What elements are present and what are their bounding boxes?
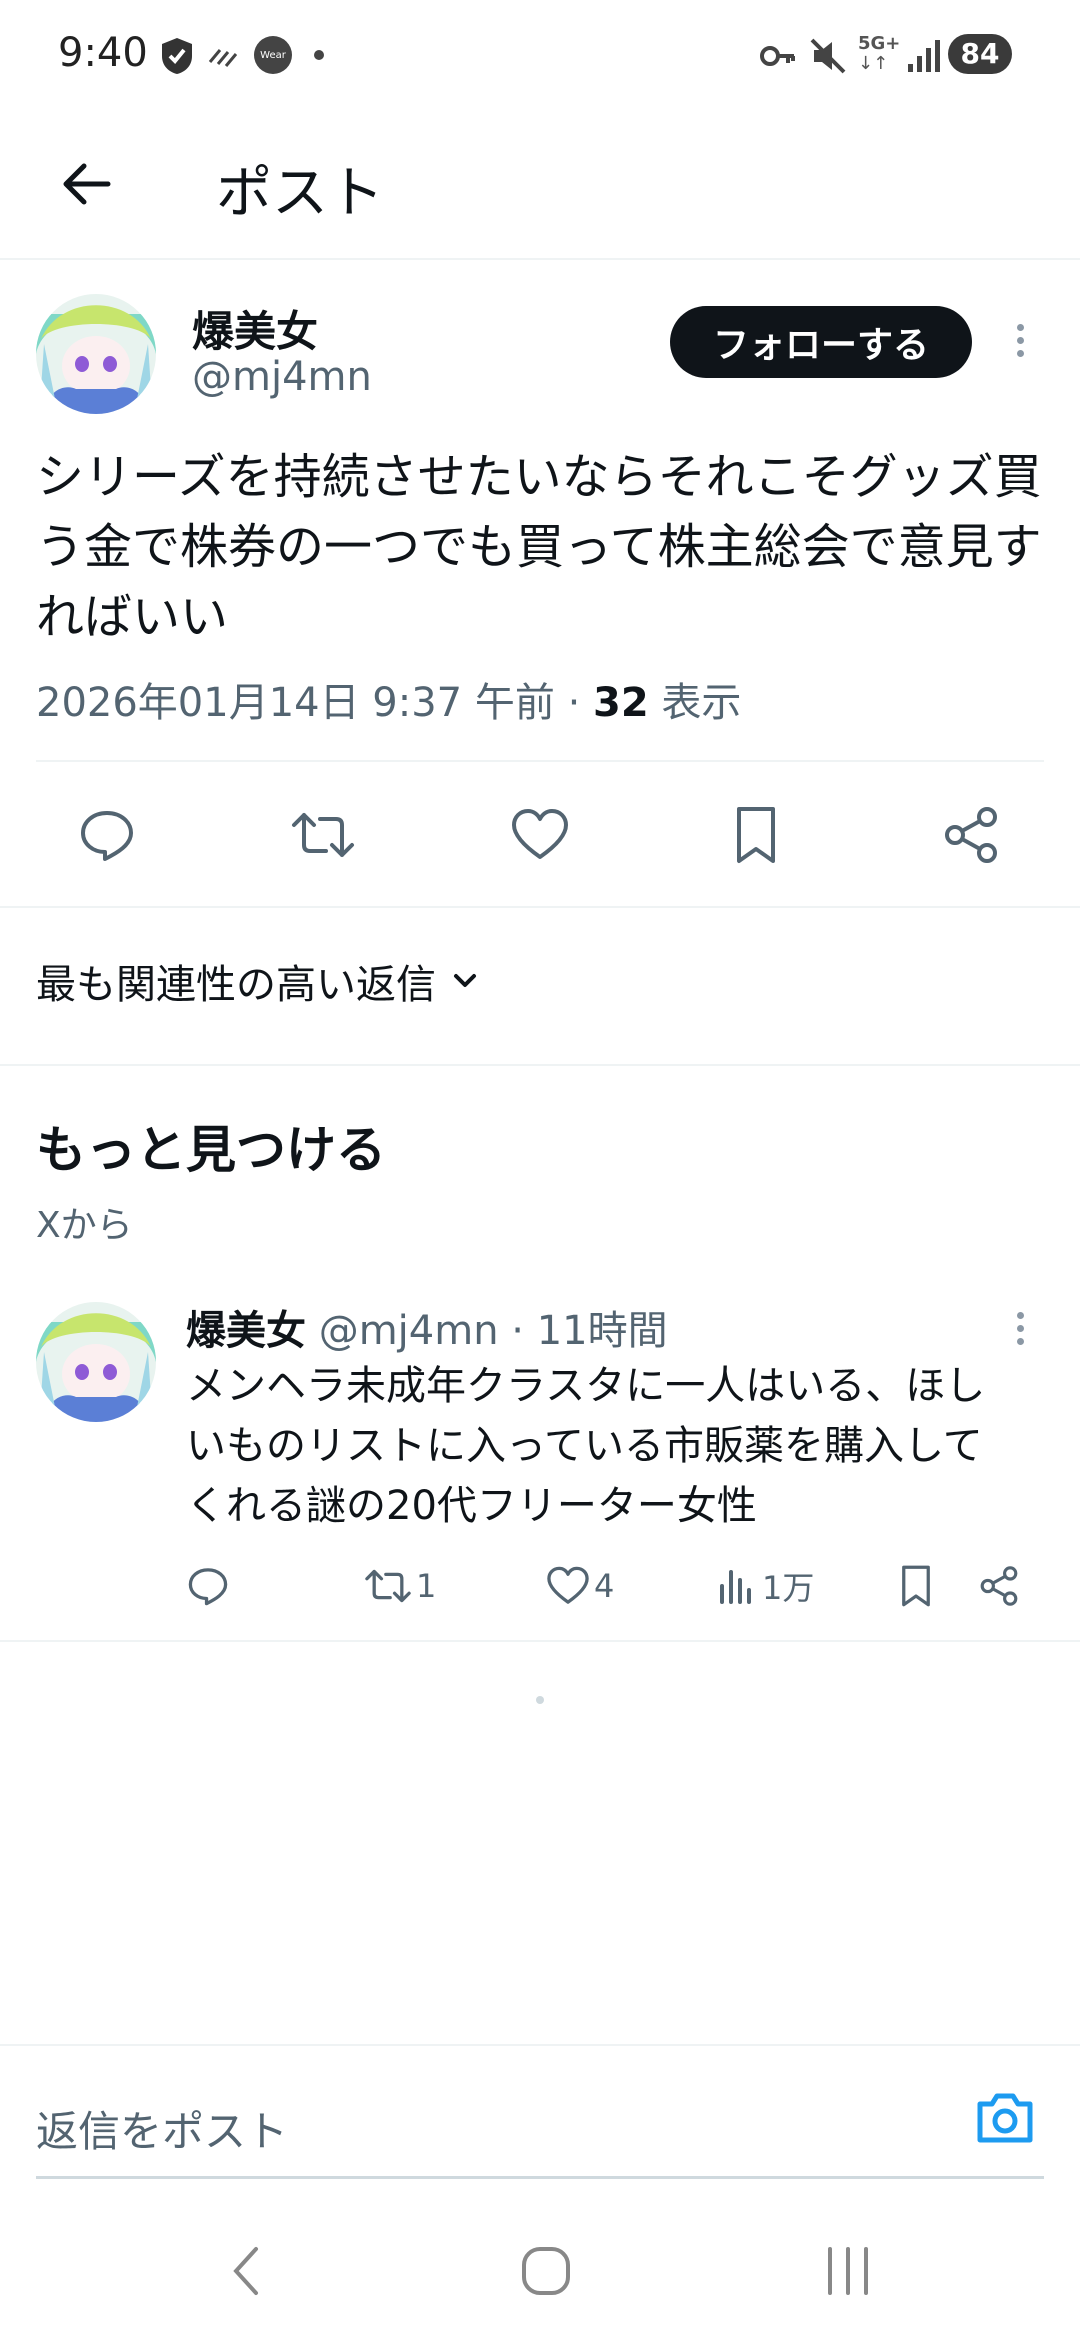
- avatar-image: [36, 294, 156, 414]
- bookmark-icon: [902, 1565, 930, 1607]
- reply-underline: [36, 2176, 1044, 2179]
- top-app-bar: ポスト: [0, 110, 1080, 260]
- post-author-handle[interactable]: @mj4mn: [319, 1308, 499, 1354]
- repost-count: 1: [416, 1567, 437, 1605]
- key-icon: [760, 46, 795, 66]
- reply-sort-label: 最も関連性の高い返信: [36, 962, 436, 1008]
- signal-icon: [908, 40, 940, 72]
- reply-button[interactable]: [72, 800, 142, 870]
- share-icon: [980, 1566, 1018, 1606]
- share-icon: [945, 807, 997, 863]
- back-button[interactable]: [46, 144, 126, 224]
- chevron-down-icon: [454, 974, 476, 987]
- reply-input[interactable]: 返信をポスト: [36, 2098, 288, 2159]
- nav-recents-button[interactable]: [808, 2236, 888, 2306]
- network-type: 5G+ ↓↑: [858, 33, 901, 74]
- like-button[interactable]: [505, 800, 575, 870]
- share-button[interactable]: [978, 1556, 1020, 1616]
- notification-dot: [314, 50, 324, 60]
- analytics-icon: [720, 1570, 751, 1604]
- reply-icon: [81, 811, 133, 861]
- post-author-name[interactable]: 爆美女: [186, 1308, 306, 1354]
- divider: [36, 760, 1044, 762]
- recommended-post-header: 爆美女 @mj4mn · 11時間: [186, 1298, 668, 1356]
- wear-icon: Wear: [254, 36, 292, 74]
- like-icon: [547, 1566, 589, 1604]
- like-count: 4: [594, 1567, 615, 1605]
- divider: [0, 1064, 1080, 1066]
- nav-recents-icon: [828, 2247, 868, 2295]
- views-label: 表示: [661, 680, 742, 726]
- meta-separator: ·: [567, 680, 581, 726]
- like-icon: [512, 809, 568, 859]
- mute-icon: [810, 38, 846, 74]
- divider: [0, 906, 1080, 908]
- status-time: 9:40: [58, 30, 148, 76]
- post-meta: 2026年01月14日 9:37 午前 · 32 表示: [36, 670, 741, 728]
- post-action-bar: [0, 790, 1080, 880]
- more-options-icon[interactable]: [1008, 1312, 1032, 1345]
- post-text: シリーズを持続させたいならそれこそグッズ買う金で株券の一つでも買って株主総会で意…: [36, 449, 1042, 645]
- repost-icon: [365, 1569, 411, 1603]
- page-title: ポスト: [216, 161, 384, 226]
- nav-back-icon: [233, 2247, 258, 2295]
- views-count: 32: [593, 680, 649, 726]
- bookmark-button[interactable]: [898, 1556, 934, 1616]
- avatar-image: [36, 1302, 156, 1422]
- recommended-post-text[interactable]: メンヘラ未成年クラスタに一人はいる、ほしいものリストに入っている市販薬を購入して…: [186, 1356, 1016, 1536]
- more-options-icon[interactable]: [1008, 324, 1032, 357]
- views-count: 1万: [762, 1569, 815, 1607]
- repost-button[interactable]: [288, 800, 358, 870]
- data-saver-icon: [208, 49, 238, 67]
- reply-icon: [188, 1568, 228, 1606]
- arrow-left-icon: [63, 163, 111, 205]
- share-button[interactable]: [936, 800, 1006, 870]
- post-author-handle[interactable]: @mj4mn: [192, 354, 372, 400]
- post-author-name[interactable]: 爆美女: [192, 298, 318, 359]
- section-subtitle: Xから: [36, 1205, 133, 1246]
- avatar[interactable]: [36, 1302, 156, 1422]
- post-time-ago[interactable]: 11時間: [537, 1308, 668, 1354]
- status-bar: 9:40 Wear 5G+ ↓↑ 84: [0, 0, 1080, 110]
- reply-button[interactable]: [186, 1556, 230, 1616]
- repost-icon: [292, 813, 354, 857]
- divider: [0, 1640, 1080, 1642]
- views-button[interactable]: 1万: [718, 1556, 814, 1616]
- reply-sort-dropdown[interactable]: 最も関連性の高い返信: [36, 952, 480, 1010]
- reply-composer: 返信をポスト: [0, 2044, 1080, 2180]
- bookmark-button[interactable]: [721, 800, 791, 870]
- repost-button[interactable]: 1: [364, 1556, 436, 1616]
- recommended-post-action-bar: 1 4 1万: [0, 1556, 1080, 1616]
- bookmark-icon: [737, 807, 775, 863]
- battery-indicator: 84: [948, 34, 1012, 74]
- nav-home-button[interactable]: [506, 2236, 586, 2306]
- post-timestamp[interactable]: 2026年01月14日 9:37 午前: [36, 680, 555, 726]
- loading-indicator: [536, 1696, 544, 1704]
- nav-home-icon: [522, 2247, 570, 2295]
- wear-label: Wear: [260, 49, 286, 61]
- shield-check-icon: [162, 38, 192, 74]
- follow-button[interactable]: フォローする: [670, 306, 972, 378]
- meta-separator: ·: [511, 1308, 524, 1354]
- avatar[interactable]: [36, 294, 156, 414]
- camera-icon: [977, 2093, 1033, 2143]
- system-navigation-bar: [0, 2200, 1080, 2340]
- like-button[interactable]: 4: [546, 1556, 614, 1616]
- section-title: もっと見つける: [36, 1121, 386, 1179]
- camera-button[interactable]: [974, 2090, 1044, 2152]
- nav-back-button[interactable]: [206, 2236, 286, 2306]
